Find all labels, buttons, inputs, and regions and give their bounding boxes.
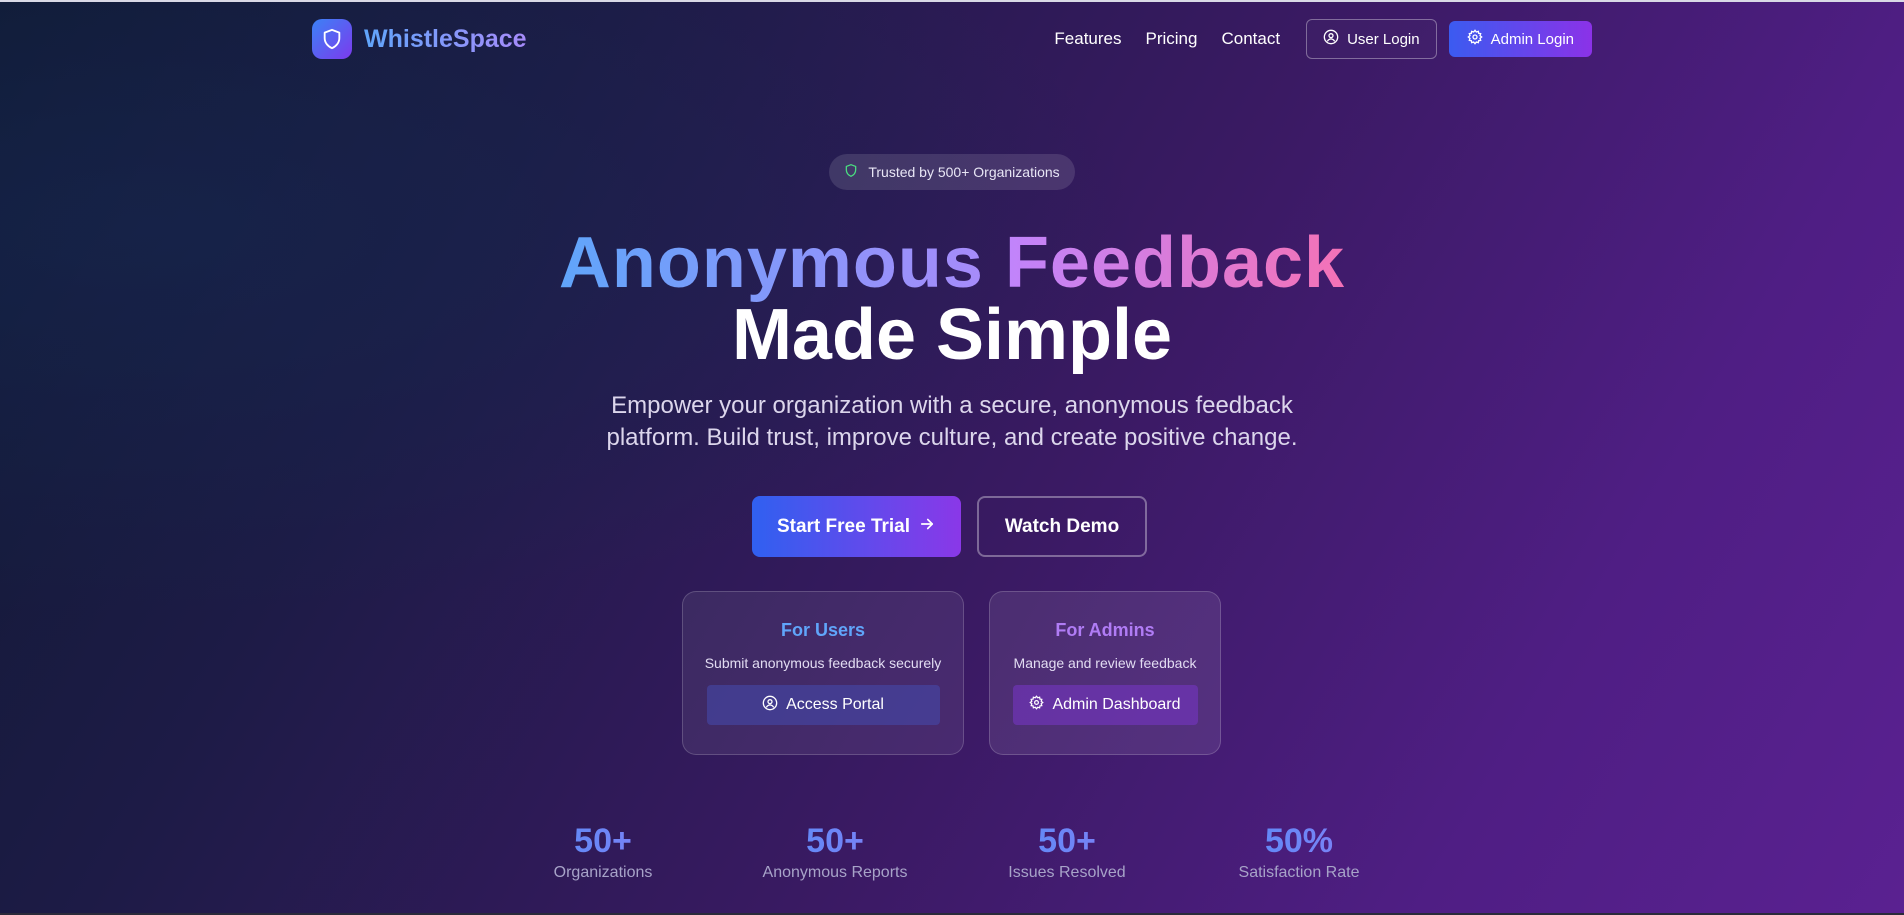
start-free-trial-button[interactable]: Start Free Trial <box>752 496 961 557</box>
nav-link-features[interactable]: Features <box>1054 29 1121 49</box>
stat-organizations: 50+ Organizations <box>503 820 703 882</box>
hero-headline-line2: Made Simple <box>731 295 1173 375</box>
top-navigation: WhistleSpace Features Pricing Contact Us… <box>312 18 1592 60</box>
nav-right: Features Pricing Contact User Login Admi… <box>1054 19 1592 59</box>
users-card-description: Submit anonymous feedback securely <box>704 655 942 671</box>
stat-issues-resolved: 50+ Issues Resolved <box>967 820 1167 882</box>
stat-label: Organizations <box>553 864 653 881</box>
users-card: For Users Submit anonymous feedback secu… <box>682 591 964 755</box>
stat-value: 50+ <box>735 820 935 862</box>
user-circle-icon <box>1323 29 1339 49</box>
admin-login-button[interactable]: Admin Login <box>1448 21 1592 57</box>
stat-label: Anonymous Reports <box>762 864 908 881</box>
stat-value: 50+ <box>967 820 1167 862</box>
shield-icon <box>312 19 352 59</box>
user-circle-icon <box>762 695 778 716</box>
shield-check-icon <box>844 163 858 181</box>
nav-link-contact[interactable]: Contact <box>1221 29 1280 49</box>
hero-subtitle: Empower your organization with a secure,… <box>552 390 1352 454</box>
stat-anonymous-reports: 50+ Anonymous Reports <box>735 820 935 882</box>
admins-card-title: For Admins <box>1055 620 1155 640</box>
hero-subtitle-line1: Empower your organization with a secure,… <box>611 392 1293 419</box>
access-portal-button[interactable]: Access Portal <box>706 685 940 725</box>
brand-name: WhistleSpace <box>364 24 527 53</box>
admin-dashboard-button[interactable]: Admin Dashboard <box>1012 685 1198 725</box>
access-portal-label: Access Portal <box>786 696 884 713</box>
admins-card: For Admins Manage and review feedback Ad… <box>989 591 1221 755</box>
brand[interactable]: WhistleSpace <box>312 19 527 59</box>
admin-login-label: Admin Login <box>1490 30 1574 48</box>
hero-subtitle-line2: platform. Build trust, improve culture, … <box>606 424 1298 451</box>
cta-row: Start Free Trial Watch Demo <box>752 496 1147 558</box>
headline-word-anonymous: Anonymous <box>558 223 984 303</box>
stat-label: Issues Resolved <box>1008 864 1126 881</box>
stat-label: Satisfaction Rate <box>1238 864 1360 881</box>
top-border <box>0 0 1904 2</box>
stat-value: 50% <box>1199 820 1399 862</box>
watch-demo-button[interactable]: Watch Demo <box>977 496 1147 557</box>
user-login-label: User Login <box>1347 30 1420 48</box>
hero-headline: Anonymous Feedback <box>0 222 1904 304</box>
headline-word-feedback: Feedback <box>1004 223 1346 303</box>
users-card-title: For Users <box>780 620 866 640</box>
admins-card-description: Manage and review feedback <box>1013 655 1197 671</box>
user-login-button[interactable]: User Login <box>1306 19 1437 59</box>
stat-value: 50+ <box>503 820 703 862</box>
gear-icon <box>1029 695 1045 715</box>
trust-badge: Trusted by 500+ Organizations <box>829 154 1075 190</box>
arrow-right-icon <box>918 515 936 539</box>
stats-row: 50+ Organizations 50+ Anonymous Reports … <box>0 820 1904 900</box>
start-free-trial-label: Start Free Trial <box>776 515 911 537</box>
nav-link-pricing[interactable]: Pricing <box>1146 29 1198 49</box>
trust-badge-label: Trusted by 500+ Organizations <box>868 164 1060 180</box>
admin-dashboard-label: Admin Dashboard <box>1052 696 1181 713</box>
gear-icon <box>1466 29 1483 49</box>
stat-satisfaction-rate: 50% Satisfaction Rate <box>1199 820 1399 882</box>
